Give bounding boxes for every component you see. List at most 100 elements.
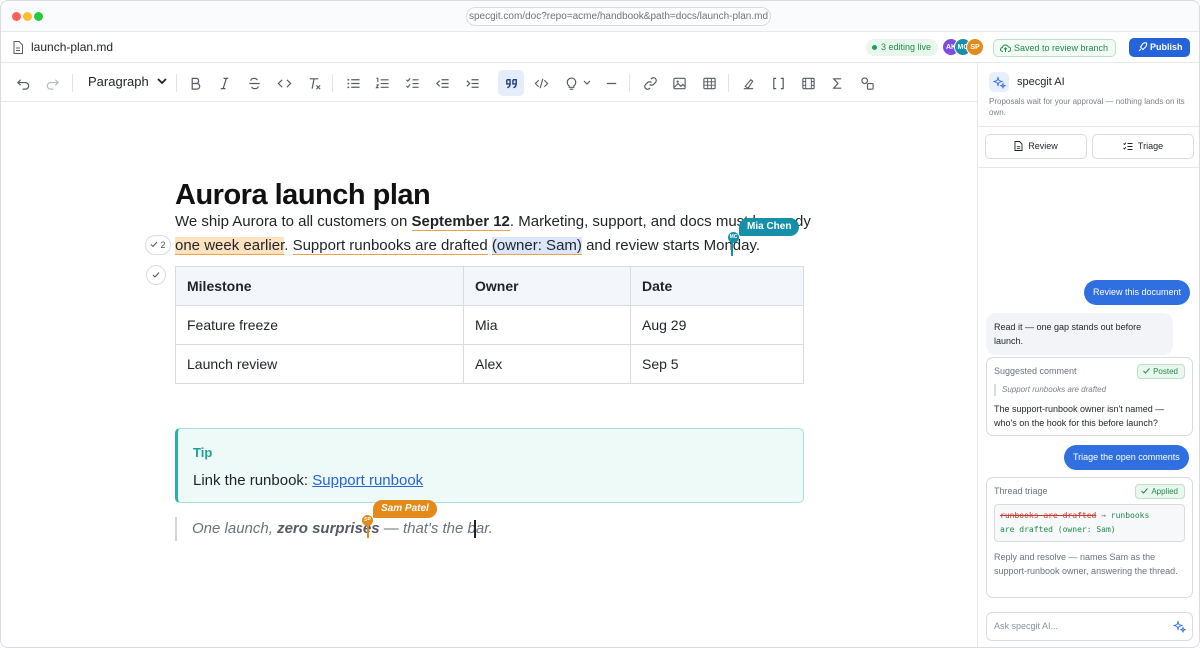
- chevron-down-icon: [157, 78, 167, 85]
- user-message: Review this document: [1084, 280, 1191, 305]
- tip-body: Link the runbook: Support runbook: [193, 472, 423, 489]
- blockquote[interactable]: One launch, zero surprises — that's the …: [175, 517, 493, 541]
- tip-callout[interactable]: Tip Link the runbook: Support runbook: [175, 428, 804, 503]
- highlight-icon[interactable]: [735, 70, 761, 96]
- publish-button[interactable]: Publish: [1129, 38, 1190, 57]
- callout-icon[interactable]: [558, 70, 584, 96]
- thread-triage-card[interactable]: Thread triage Applied runbooks are draft…: [986, 477, 1193, 598]
- quoted-text: Support runbooks are drafted: [994, 384, 1185, 396]
- commented-text[interactable]: Support runbooks are drafted: [292, 237, 488, 255]
- table-row: Feature freeze Mia Aug 29: [175, 305, 804, 345]
- image-icon[interactable]: [666, 70, 692, 96]
- check-icon: [1143, 368, 1150, 374]
- table-cell[interactable]: Aug 29: [630, 305, 804, 345]
- table-header-cell[interactable]: Owner: [463, 266, 631, 306]
- block-type-select[interactable]: Paragraph: [88, 74, 149, 89]
- user-message: Triage the open comments: [1064, 445, 1189, 470]
- video-icon[interactable]: [795, 70, 821, 96]
- commented-text[interactable]: one week earlier: [175, 237, 285, 255]
- table-cell[interactable]: Launch review: [175, 344, 464, 384]
- sigma-icon[interactable]: [824, 70, 850, 96]
- bold-icon[interactable]: [182, 70, 208, 96]
- table-header-row: Milestone Owner Date: [175, 266, 804, 306]
- table-icon[interactable]: [696, 70, 722, 96]
- close-window-button[interactable]: [12, 12, 21, 21]
- rocket-icon: [1138, 42, 1148, 52]
- ask-ai-input[interactable]: Ask specgit AI...: [986, 612, 1193, 641]
- numbered-list-icon[interactable]: [369, 70, 395, 96]
- horizontal-rule-icon[interactable]: [598, 70, 624, 96]
- table-cell[interactable]: Mia: [463, 305, 631, 345]
- brackets-icon[interactable]: [765, 70, 791, 96]
- inline-code-icon[interactable]: [271, 70, 297, 96]
- table-cell[interactable]: Alex: [463, 344, 631, 384]
- status-label: Posted: [1153, 367, 1178, 376]
- cursor-caret-sam: [367, 520, 369, 538]
- saved-status[interactable]: Saved to review branch: [993, 39, 1117, 57]
- suggested-insertion[interactable]: (owner: Sam): [491, 237, 582, 255]
- launch-date: September 12: [411, 213, 510, 231]
- code-block-icon[interactable]: [528, 70, 554, 96]
- support-runbook-link[interactable]: Support runbook: [312, 472, 423, 489]
- check-icon: [152, 272, 160, 278]
- maximize-window-button[interactable]: [34, 12, 43, 21]
- table-header-cell[interactable]: Date: [630, 266, 804, 306]
- undo-icon[interactable]: [10, 70, 36, 96]
- italic-icon[interactable]: [211, 70, 237, 96]
- panel-title: specgit AI: [1017, 76, 1065, 88]
- table-cell[interactable]: Feature freeze: [175, 305, 464, 345]
- panel-header: specgit AI Proposals wait for your appro…: [978, 63, 1199, 127]
- toolbar-divider: [332, 74, 333, 92]
- sparkles-icon[interactable]: [1173, 620, 1186, 633]
- redo-icon[interactable]: [39, 70, 65, 96]
- formatting-toolbar: Paragraph: [1, 63, 977, 102]
- live-dot-icon: [872, 45, 877, 50]
- toolbar-divider: [72, 74, 73, 92]
- comment-text: The support-runbook owner isn't named — …: [994, 404, 1165, 428]
- task-list-icon[interactable]: [399, 70, 425, 96]
- chevron-down-icon[interactable]: [583, 80, 591, 86]
- paragraph-intro[interactable]: We ship Aurora to all customers on Septe…: [175, 213, 811, 231]
- blockquote-icon[interactable]: [498, 70, 524, 96]
- document-editor[interactable]: Aurora launch plan We ship Aurora to all…: [1, 102, 977, 647]
- cursor-caret-mia: [731, 238, 733, 256]
- minimize-window-button[interactable]: [23, 12, 32, 21]
- diff-removed: runbooks are drafted: [1000, 511, 1097, 520]
- review-button[interactable]: Review: [985, 134, 1087, 159]
- triage-label: Triage: [1137, 141, 1164, 151]
- clear-format-icon[interactable]: [301, 70, 327, 96]
- diff-added: are drafted (owner: Sam): [1000, 525, 1116, 534]
- bullet-list-icon[interactable]: [340, 70, 366, 96]
- sparkles-icon: [989, 72, 1009, 92]
- outdent-icon[interactable]: [429, 70, 455, 96]
- paragraph-runbooks[interactable]: one week earlier. Support runbooks are d…: [175, 237, 760, 255]
- shapes-icon[interactable]: [854, 70, 880, 96]
- toolbar-divider: [728, 74, 729, 92]
- panel-subtitle: Proposals wait for your approval — nothi…: [989, 97, 1185, 117]
- triage-button[interactable]: Triage: [1092, 134, 1194, 159]
- document-title[interactable]: Aurora launch plan: [175, 179, 431, 212]
- strikethrough-icon[interactable]: [241, 70, 267, 96]
- review-label: Review: [1028, 141, 1058, 151]
- indent-icon[interactable]: [459, 70, 485, 96]
- applied-badge: Applied: [1135, 484, 1185, 499]
- toolbar-divider: [176, 74, 177, 92]
- link-icon[interactable]: [637, 70, 663, 96]
- table-row: Launch review Alex Sep 5: [175, 344, 804, 384]
- resolve-button[interactable]: [146, 265, 166, 285]
- table-header-cell[interactable]: Milestone: [175, 266, 464, 306]
- milestones-table[interactable]: Milestone Owner Date Feature freeze Mia …: [175, 266, 804, 384]
- text-caret: [474, 520, 476, 538]
- suggested-comment-card[interactable]: Suggested comment Posted Support runbook…: [986, 357, 1193, 436]
- comment-count-badge[interactable]: 2: [145, 235, 171, 255]
- avatar-sp[interactable]: SP: [966, 38, 984, 56]
- divider: [978, 167, 1199, 168]
- file-header: launch-plan.md 3 editing live Saved to r…: [1, 32, 1199, 63]
- table-cell[interactable]: Sep 5: [630, 344, 804, 384]
- cursor-avatar-mia: MC: [728, 232, 739, 243]
- address-bar[interactable]: specgit.com/doc?repo=acme/handbook&path=…: [466, 7, 771, 26]
- posted-badge: Posted: [1137, 364, 1185, 379]
- editing-live-badge: 3 editing live: [866, 39, 939, 56]
- diff-preview: runbooks are drafted → runbooks are draft…: [994, 504, 1185, 542]
- tip-title: Tip: [193, 445, 213, 460]
